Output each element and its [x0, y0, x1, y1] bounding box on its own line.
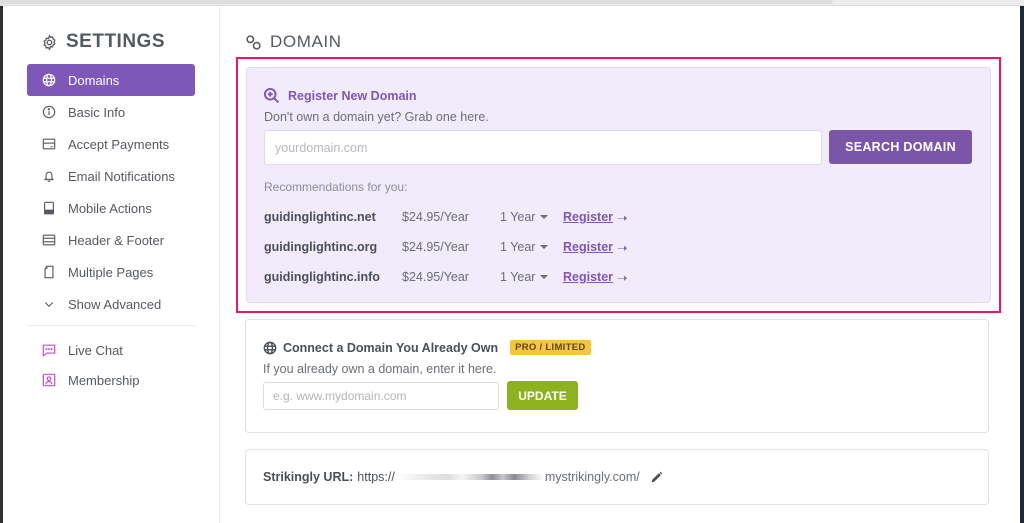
link-icon: [246, 34, 261, 50]
header-footer-icon: [42, 233, 56, 247]
register-domain-card: Register New Domain Don't own a domain y…: [246, 67, 991, 303]
sidebar-item-membership[interactable]: Membership: [27, 365, 195, 395]
register-link[interactable]: Register ➝: [563, 210, 628, 225]
register-link-label: Register: [563, 210, 614, 224]
settings-title: SETTINGS: [41, 31, 165, 53]
membership-icon: [42, 373, 56, 387]
caret-down-icon: [540, 245, 549, 249]
caret-down-icon: [540, 275, 549, 279]
sidebar-item-label: Live Chat: [68, 342, 123, 358]
sidebar-item-email-notifications[interactable]: Email Notifications: [27, 160, 195, 192]
settings-sidebar: SETTINGS Domains Basic Info Accept Payme…: [3, 6, 220, 523]
recommended-domain: guidinglightinc.org: [264, 240, 378, 254]
payment-icon: [42, 137, 56, 151]
arrow-right-icon: ➝: [617, 240, 628, 255]
sidebar-item-show-advanced[interactable]: Show Advanced: [27, 288, 195, 320]
caret-down-icon: [540, 215, 549, 219]
term-dropdown[interactable]: 1 Year: [500, 210, 563, 224]
term-value: 1 Year: [500, 210, 536, 224]
recommendation-row: guidinglightinc.org $24.95/Year 1 Year R…: [264, 237, 628, 257]
sidebar-item-label: Domains: [68, 72, 120, 88]
domain-price: $24.95/Year: [402, 270, 469, 284]
register-link[interactable]: Register ➝: [563, 270, 628, 285]
settings-nav: Domains Basic Info Accept Payments Email…: [27, 64, 195, 395]
window-right-edge: [1020, 6, 1024, 523]
sidebar-item-header-footer[interactable]: Header & Footer: [27, 224, 195, 256]
sidebar-item-mobile-actions[interactable]: Mobile Actions: [27, 192, 195, 224]
arrow-right-icon: ➝: [617, 210, 628, 225]
sidebar-item-label: Show Advanced: [68, 296, 162, 312]
connect-domain-card: Connect a Domain You Already Own PRO / L…: [245, 319, 989, 433]
recommendation-row: guidinglightinc.net $24.95/Year 1 Year R…: [264, 207, 628, 227]
info-icon: [42, 105, 56, 119]
term-value: 1 Year: [500, 270, 536, 284]
sidebar-item-basic-info[interactable]: Basic Info: [27, 96, 195, 128]
arrow-right-icon: ➝: [617, 270, 628, 285]
register-heading-text: Register New Domain: [288, 88, 417, 103]
term-value: 1 Year: [500, 240, 536, 254]
chevron-down-icon: [42, 297, 56, 311]
gear-icon: [43, 33, 56, 51]
term-dropdown[interactable]: 1 Year: [500, 270, 563, 284]
register-heading: Register New Domain: [263, 87, 417, 104]
recommended-domain: guidinglightinc.net: [264, 210, 376, 224]
globe-icon: [263, 341, 277, 354]
register-link-label: Register: [563, 240, 614, 254]
search-domain-button[interactable]: SEARCH DOMAIN: [829, 130, 972, 164]
url-suffix: mystrikingly.com/: [544, 470, 640, 484]
strikingly-url-row: Strikingly URL: https:// mystrikingly.co…: [263, 470, 663, 484]
globe-icon: [42, 73, 56, 87]
recommendations-label: Recommendations for you:: [264, 180, 408, 194]
sidebar-item-label: Accept Payments: [68, 136, 170, 152]
sidebar-item-multiple-pages[interactable]: Multiple Pages: [27, 256, 195, 288]
pages-icon: [42, 265, 56, 279]
domain-price: $24.95/Year: [402, 210, 469, 224]
address-bar-edge: [0, 0, 833, 4]
sidebar-item-label: Basic Info: [68, 104, 126, 120]
sidebar-item-accept-payments[interactable]: Accept Payments: [27, 128, 195, 160]
sidebar-item-domains[interactable]: Domains: [27, 64, 195, 96]
sidebar-item-label: Multiple Pages: [68, 264, 154, 280]
domain-search-input[interactable]: [264, 130, 822, 165]
sidebar-item-live-chat[interactable]: Live Chat: [27, 335, 195, 365]
bell-icon: [42, 169, 56, 183]
connect-subtitle: If you already own a domain, enter it he…: [263, 362, 497, 376]
update-button[interactable]: UPDATE: [507, 381, 578, 410]
domain-settings-panel: DOMAIN Register New Domain Don't own a d…: [221, 6, 1020, 523]
strikingly-url-card: Strikingly URL: https:// mystrikingly.co…: [245, 449, 989, 505]
connect-heading: Connect a Domain You Already Own PRO / L…: [263, 340, 591, 355]
settings-title-text: SETTINGS: [66, 31, 166, 52]
chat-icon: [42, 343, 56, 357]
page-title-text: DOMAIN: [270, 32, 342, 51]
highlight-box: Register New Domain Don't own a domain y…: [236, 57, 1001, 313]
pro-limited-badge: PRO / LIMITED: [510, 340, 591, 355]
sidebar-item-label: Header & Footer: [68, 232, 165, 248]
custom-domain-input[interactable]: [263, 382, 499, 410]
sidebar-item-label: Membership: [68, 372, 140, 388]
connect-heading-text: Connect a Domain You Already Own: [283, 340, 499, 355]
mobile-icon: [42, 201, 56, 215]
register-link[interactable]: Register ➝: [563, 240, 628, 255]
recommended-domain: guidinglightinc.info: [264, 270, 380, 284]
url-prefix: https://: [357, 470, 395, 484]
sidebar-divider: [27, 325, 195, 326]
strikingly-url-label: Strikingly URL:: [263, 470, 354, 484]
register-subtitle: Don't own a domain yet? Grab one here.: [264, 110, 489, 124]
recommendation-row: guidinglightinc.info $24.95/Year 1 Year …: [264, 267, 628, 287]
zoom-in-icon: [263, 87, 280, 104]
term-dropdown[interactable]: 1 Year: [500, 240, 563, 254]
domain-price: $24.95/Year: [402, 240, 469, 254]
sidebar-item-label: Mobile Actions: [68, 200, 152, 216]
page-title: DOMAIN: [245, 32, 342, 52]
sidebar-item-label: Email Notifications: [68, 168, 175, 184]
pencil-icon[interactable]: [650, 471, 663, 484]
redacted-subdomain: [395, 474, 544, 480]
register-link-label: Register: [563, 270, 614, 284]
